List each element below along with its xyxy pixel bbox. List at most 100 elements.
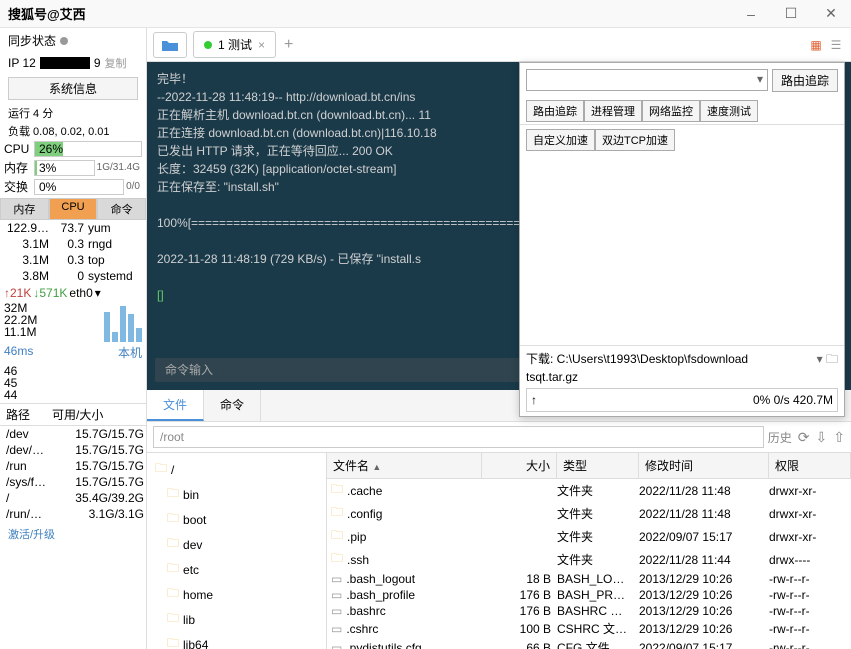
ping-host[interactable]: 本机 (118, 344, 142, 361)
traceroute-button[interactable]: 路由追踪 (772, 69, 838, 92)
tab-commands[interactable]: 命令 (204, 390, 261, 421)
home-button[interactable] (153, 32, 187, 58)
path-row[interactable]: /run15.7G/15.7G (0, 458, 146, 474)
folder-icon: 🗀 (167, 609, 179, 630)
upload-icon[interactable]: ⇧ (833, 429, 845, 446)
window-controls: – ☐ ✕ (731, 0, 851, 28)
file-icon: ▭ (331, 604, 342, 618)
process-tabs: 内存 CPU 命令 (0, 198, 146, 220)
tree-pane[interactable]: 🗀 /🗀bin🗀boot🗀dev🗀etc🗀home🗀lib🗀lib64🗀lost… (147, 453, 327, 649)
fp-tabs2: 自定义加速双边TCP加速 (520, 125, 844, 155)
mem-label: 内存 (4, 159, 32, 176)
tree-item[interactable]: 🗀etc (151, 557, 322, 582)
fp-tab[interactable]: 双边TCP加速 (595, 129, 675, 151)
file-row[interactable]: ▭.pydistutils.cfg66 BCFG 文件2022/09/07 15… (327, 638, 851, 649)
fp-tab[interactable]: 网络监控 (642, 100, 700, 122)
tab-mem[interactable]: 内存 (0, 198, 49, 220)
system-info-button[interactable]: 系统信息 (8, 77, 138, 100)
swap-pct: 0% (35, 180, 123, 194)
folder-icon: 🗀 (331, 549, 343, 570)
file-row[interactable]: 🗀.cache文件夹2022/11/28 11:48drwxr-xr- (327, 479, 851, 502)
path-row[interactable]: /run/…3.1G/3.1G (0, 506, 146, 522)
net-iface: eth0 (69, 286, 92, 300)
grid-view-icon[interactable]: ▦ (807, 36, 825, 54)
swap-extra: 0/0 (126, 181, 142, 192)
download-status: 0% 0/s 420.7M (753, 391, 833, 409)
chevron-down-icon[interactable]: ▾ (817, 352, 823, 366)
cpu-label: CPU (4, 142, 32, 156)
col-perm[interactable]: 权限 (769, 453, 851, 478)
path-input[interactable] (153, 426, 764, 448)
app-title: 搜狐号@艾西 (0, 4, 86, 23)
col-size[interactable]: 大小 (482, 453, 557, 478)
ip-row: IP 12 9 复制 (0, 53, 146, 73)
file-row[interactable]: 🗀.pip文件夹2022/09/07 15:17drwxr-xr- (327, 525, 851, 548)
fp-tab[interactable]: 路由追踪 (526, 100, 584, 122)
maximize-button[interactable]: ☐ (771, 0, 811, 28)
folder-icon: 🗀 (331, 480, 343, 501)
add-tab-button[interactable]: + (284, 36, 293, 54)
ip-suffix: 9 (94, 56, 101, 70)
fp-tab[interactable]: 自定义加速 (526, 129, 595, 151)
tab-close-icon[interactable]: × (258, 38, 265, 52)
download-path: 下载: C:\Users\t1993\Desktop\fsdownload (526, 350, 748, 368)
tab-cpu[interactable]: CPU (49, 198, 98, 220)
col-name[interactable]: 文件名 ▲ (327, 453, 482, 478)
process-row[interactable]: 3.1M0.3top (0, 252, 146, 268)
process-row[interactable]: 122.9…73.7yum (0, 220, 146, 236)
tree-item[interactable]: 🗀lib (151, 607, 322, 632)
file-row[interactable]: 🗀.config文件夹2022/11/28 11:48drwxr-xr- (327, 502, 851, 525)
list-header: 文件名 ▲ 大小 类型 修改时间 权限 (327, 453, 851, 479)
file-row[interactable]: ▭.bashrc176 BBASHRC …2013/12/29 10:26-rw… (327, 603, 851, 619)
process-row[interactable]: 3.8M0systemd (0, 268, 146, 284)
list-view-icon[interactable]: ☰ (827, 36, 845, 54)
close-button[interactable]: ✕ (811, 0, 851, 28)
path-bar: 历史 ⟳ ⇩ ⇧ (147, 422, 851, 453)
file-row[interactable]: 🗀.ssh文件夹2022/11/28 11:44drwx---- (327, 548, 851, 571)
download-icon[interactable]: ⇩ (816, 429, 828, 446)
fp-tab[interactable]: 速度测试 (700, 100, 758, 122)
path-row[interactable]: /dev/…15.7G/15.7G (0, 442, 146, 458)
fp-body (520, 155, 844, 345)
path-row[interactable]: /dev15.7G/15.7G (0, 426, 146, 442)
refresh-icon[interactable]: ⟳ (798, 429, 810, 446)
tab-cmd[interactable]: 命令 (97, 198, 146, 220)
fp-tab[interactable]: 进程管理 (584, 100, 642, 122)
path-row[interactable]: /sys/f…15.7G/15.7G (0, 474, 146, 490)
path-row[interactable]: /35.4G/39.2G (0, 490, 146, 506)
download-item[interactable]: ↑ 0% 0/s 420.7M (526, 388, 838, 412)
history-button[interactable]: 历史 (768, 429, 792, 446)
file-row[interactable]: ▭.bash_profile176 BBASH_PR…2013/12/29 10… (327, 587, 851, 603)
activate-link[interactable]: 激活/升级 (0, 522, 146, 546)
session-tab[interactable]: 1 测试 × (193, 31, 276, 58)
tree-item[interactable]: 🗀boot (151, 507, 322, 532)
tree-item[interactable]: 🗀home (151, 582, 322, 607)
folder-icon: 🗀 (167, 509, 179, 530)
swap-label: 交换 (4, 178, 32, 195)
tree-item[interactable]: 🗀dev (151, 532, 322, 557)
file-row[interactable]: ▭.bash_logout18 BBASH_LO…2013/12/29 10:2… (327, 571, 851, 587)
file-row[interactable]: ▭.cshrc100 BCSHRC 文…2013/12/29 10:26-rw-… (327, 619, 851, 638)
view-toggle: ▦ ☰ (807, 36, 845, 54)
path-list: /dev15.7G/15.7G/dev/…15.7G/15.7G/run15.7… (0, 426, 146, 522)
file-list: 🗀.cache文件夹2022/11/28 11:48drwxr-xr-🗀.con… (327, 479, 851, 649)
folder-icon: 🗀 (167, 584, 179, 605)
chevron-down-icon[interactable]: ▾ (95, 286, 101, 300)
tree-item[interactable]: 🗀 / (151, 457, 322, 482)
minimize-button[interactable]: – (731, 0, 771, 28)
tree-item[interactable]: 🗀lib64 (151, 632, 322, 649)
col-date[interactable]: 修改时间 (639, 453, 769, 478)
list-pane: 文件名 ▲ 大小 类型 修改时间 权限 🗀.cache文件夹2022/11/28… (327, 453, 851, 649)
net-row: ↑21K ↓571K eth0 ▾ (0, 284, 146, 302)
tree-item[interactable]: 🗀bin (151, 482, 322, 507)
col-type[interactable]: 类型 (557, 453, 639, 478)
copy-link[interactable]: 复制 (105, 55, 127, 71)
tab-files[interactable]: 文件 (147, 390, 204, 421)
folder-icon[interactable]: 🗀 (826, 352, 838, 366)
ping-chart: 464544 (0, 363, 146, 403)
file-icon: ▭ (331, 588, 342, 602)
folder-open-icon (161, 38, 179, 52)
process-row[interactable]: 3.1M0.3rngd (0, 236, 146, 252)
avail-col: 可用/大小 (52, 406, 144, 423)
route-target-select[interactable]: ▾ (526, 69, 768, 91)
